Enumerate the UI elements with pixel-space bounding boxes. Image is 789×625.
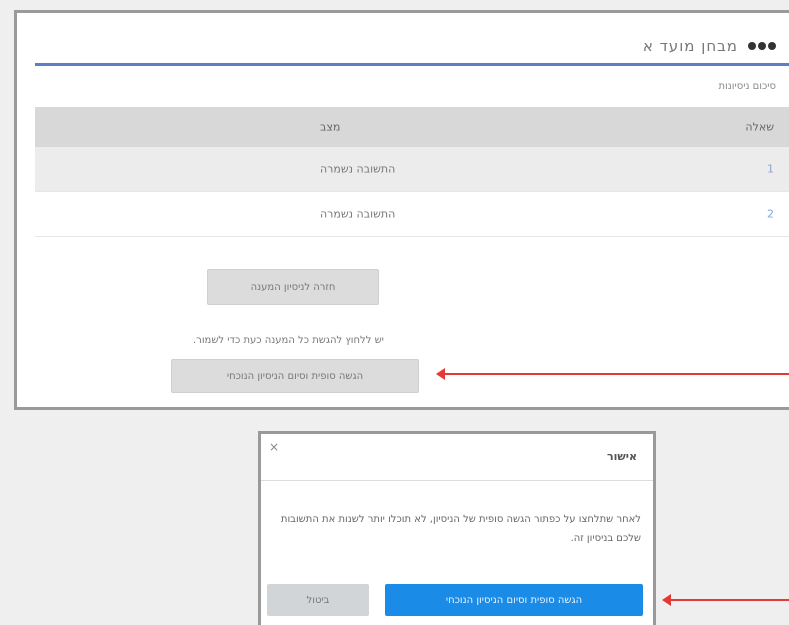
annotation-arrow bbox=[662, 594, 789, 606]
close-icon[interactable]: × bbox=[269, 440, 279, 454]
table-row: 2 התשובה נשמרה bbox=[35, 192, 789, 237]
dialog-title: אישור bbox=[607, 450, 637, 463]
header-question: שאלה bbox=[745, 120, 774, 134]
page-title: מבחן מועד א bbox=[642, 37, 738, 55]
question-status: התשובה נשמרה bbox=[320, 162, 396, 176]
dialog-message: לאחר שתלחצו על כפתור הגשה סופית של הניסי… bbox=[280, 514, 641, 544]
table-header: שאלה מצב bbox=[35, 107, 789, 147]
menu-dots-icon[interactable] bbox=[748, 42, 776, 50]
dialog-divider bbox=[261, 480, 653, 481]
cancel-button[interactable]: ביטול bbox=[267, 584, 369, 616]
annotation-arrow bbox=[436, 368, 789, 380]
page-subtitle: סיכום ניסיונות bbox=[718, 81, 776, 92]
header-status: מצב bbox=[320, 120, 341, 134]
arrow-head-icon bbox=[662, 594, 671, 606]
page-header: מבחן מועד א bbox=[643, 37, 776, 55]
question-status: התשובה נשמרה bbox=[320, 207, 396, 221]
submit-all-button[interactable]: הגשה סופית וסיום הניסיון הנוכחי bbox=[171, 359, 419, 393]
summary-table: שאלה מצב 1 התשובה נשמרה 2 התשובה נשמרה bbox=[35, 107, 789, 237]
question-link[interactable]: 2 bbox=[767, 208, 774, 221]
title-underline bbox=[35, 63, 789, 66]
return-to-attempt-button[interactable]: חזרה לניסיון המענה bbox=[207, 269, 379, 305]
table-row: 1 התשובה נשמרה bbox=[35, 147, 789, 192]
arrow-head-icon bbox=[436, 368, 445, 380]
quiz-summary-panel: מבחן מועד א סיכום ניסיונות שאלה מצב 1 הת… bbox=[14, 10, 789, 410]
question-link[interactable]: 1 bbox=[767, 163, 774, 176]
submit-note: יש ללחוץ להגשת כל המענה כעת כדי לשמור. bbox=[193, 335, 384, 346]
confirm-submit-button[interactable]: הגשה סופית וסיום הניסיון הנוכחי bbox=[385, 584, 643, 616]
confirm-dialog: × אישור לאחר שתלחצו על כפתור הגשה סופית … bbox=[258, 431, 656, 625]
